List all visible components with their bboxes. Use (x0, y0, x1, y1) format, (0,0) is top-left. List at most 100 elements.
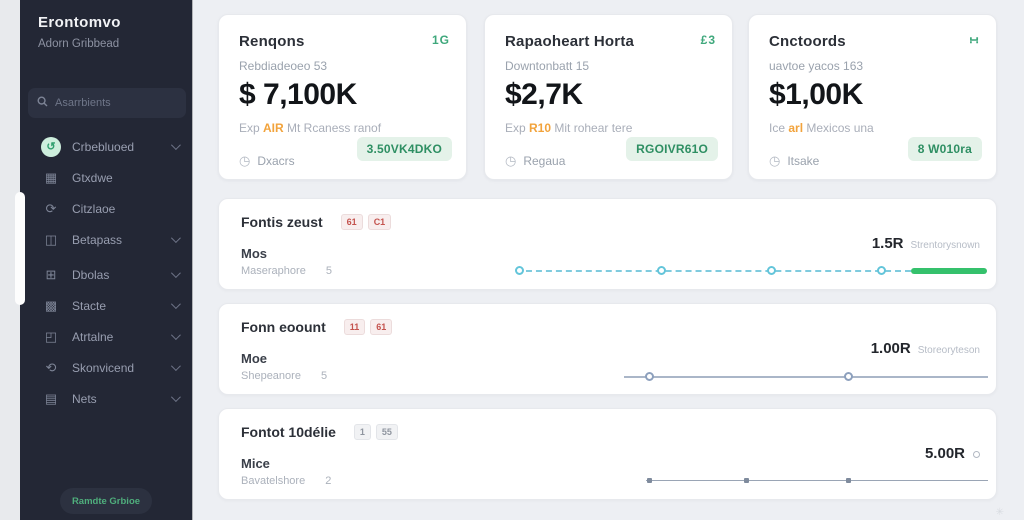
sidebar-item-orders[interactable]: ▦ Gtxdwe (20, 162, 192, 193)
row-value-note: Storeoryteson (917, 345, 980, 356)
card-note: Exp AIR Mt Rcaness ranof (239, 121, 382, 135)
sidebar-item-label: Gtxdwe (72, 170, 113, 185)
sidebar-item-label: Dbolas (72, 267, 110, 282)
slider-handle[interactable] (657, 266, 666, 275)
card-subtitle: Downtonbatt 15 (505, 59, 590, 73)
card-footer-link[interactable]: ◷ Dxacrs (239, 153, 295, 169)
sidebar-item-label: Crbebluoed (72, 139, 135, 154)
status-badge: RGOIVR61O (626, 137, 718, 161)
slider-track[interactable] (516, 270, 911, 272)
slider-handle[interactable] (767, 266, 776, 275)
search-icon (37, 94, 48, 112)
card-footer-link[interactable]: ◷ Regaua (505, 153, 565, 169)
card-value: $ 7,100K (239, 78, 357, 111)
progress-bar (911, 268, 987, 274)
dot-icon (973, 450, 980, 458)
status-badge: 8 W010ra (907, 137, 982, 161)
menu-icon: ▤ (44, 390, 58, 406)
slider-handle[interactable] (844, 372, 853, 381)
row-sublabel: Maseraphore 5 (241, 265, 332, 277)
sidebar-item-products[interactable]: ⊞ Dbolas (20, 259, 192, 290)
brand-subtitle: Adorn Gribbead (38, 38, 120, 50)
sidebar-item-analytics[interactable]: ◰ Atrtalne (20, 321, 192, 352)
card-footer-link[interactable]: ◷ Itsake (769, 153, 819, 169)
sidebar-item-label: Stacte (72, 298, 107, 313)
sidebar-search[interactable] (28, 88, 186, 118)
chevron-down-icon (170, 361, 181, 372)
slider-handle[interactable] (647, 478, 652, 483)
card-value: $1,00K (769, 78, 863, 111)
chevron-down-icon (170, 233, 181, 244)
row-sublabel: Bavatelshore 2 (241, 475, 332, 487)
row-value-note: Strentorysnown (910, 240, 980, 251)
card-title: Rapaoheart Horta (505, 33, 635, 50)
sidebar-item-marketing[interactable]: ⟲ Skonvicend (20, 352, 192, 383)
chevron-down-icon (170, 140, 181, 151)
progress-row-1: Fontis zeust 61 C1 Mos Maseraphore 5 1.5R… (218, 198, 997, 290)
row-label: Mice (241, 456, 270, 471)
sidebar-item-label: Citzlaoe (72, 201, 116, 216)
dashboard-icon: ↺ (41, 136, 61, 157)
brand-title: Erontomvo (38, 14, 121, 31)
chevron-down-icon (170, 392, 181, 403)
slider-track[interactable] (624, 376, 988, 378)
stat-card-revenue: Renqons 1G Rebdiadeoeo 53 $ 7,100K Exp A… (218, 14, 467, 180)
sidebar-footer-button[interactable]: Ramdte Grbioe (60, 488, 152, 514)
card-note: Ice arl Mexicos una (769, 121, 874, 135)
chevron-down-icon (170, 268, 181, 279)
row-sublabel: Shepeanore 5 (241, 370, 328, 382)
card-subtitle: uavtoe yacos 163 (769, 59, 864, 73)
row-label: Moe (241, 351, 267, 366)
tag-chip: C1 (367, 214, 392, 230)
row-title: Fontis zeust 61 C1 (241, 214, 392, 230)
row-value: 1.5R Strentorysnown (871, 235, 980, 252)
frame-icon: ◰ (44, 328, 58, 344)
card-title: Cnctoords (769, 33, 846, 50)
clock-icon: ◷ (505, 153, 517, 168)
orders-icon: ▦ (44, 169, 58, 185)
sidebar-scroll-thumb[interactable] (15, 192, 25, 305)
row-title: Fonn eoount 11 61 (241, 319, 393, 335)
tag-chip: 1 (353, 424, 371, 440)
sidebar-item-label: Atrtalne (72, 329, 114, 344)
stat-corner-icon: £3 (700, 33, 716, 47)
boxes-icon: ▩ (44, 297, 58, 313)
slider-handle[interactable] (515, 266, 524, 275)
slider-handle[interactable] (877, 266, 886, 275)
sync-icon: ⟲ (45, 359, 57, 375)
stat-corner-icon: ∺ (968, 33, 980, 47)
clock-icon: ◷ (769, 153, 781, 168)
refresh-icon: ⟳ (45, 200, 57, 216)
clock-icon: ◷ (239, 153, 251, 168)
sidebar-item-news[interactable]: ▤ Nets (20, 383, 192, 414)
sidebar-item-label: Skonvicend (72, 360, 135, 375)
dashboard-page: Erontomvo Adorn Gribbead ↺ Crbebluoed ▦ … (0, 0, 1024, 520)
slider-track[interactable] (646, 480, 988, 481)
sidebar-item-catalog[interactable]: ⟳ Citzlaoe (20, 193, 192, 224)
slider-handle[interactable] (846, 478, 851, 483)
tag-chip: 55 (375, 424, 398, 440)
sparkle-icon: ✳ (995, 507, 1004, 518)
sidebar-item-label: Nets (72, 391, 97, 406)
row-value: 5.00R (925, 445, 980, 462)
tag-chip: 11 (343, 319, 366, 335)
card-value: $2,7K (505, 78, 583, 111)
slider-handle[interactable] (645, 372, 654, 381)
sidebar: Erontomvo Adorn Gribbead ↺ Crbebluoed ▦ … (15, 0, 192, 520)
sidebar-item-dashboard[interactable]: ↺ Crbebluoed (20, 131, 192, 162)
search-input[interactable] (55, 97, 177, 109)
tag-chip: 61 (340, 214, 363, 230)
catalog-icon: ◫ (44, 231, 58, 247)
stat-card-repayment: Rapaoheart Horta £3 Downtonbatt 15 $2,7K… (484, 14, 733, 180)
slider-handle[interactable] (744, 478, 749, 483)
row-value: 1.00R Storeoryteson (870, 340, 980, 357)
stat-card-customers: Cnctoords ∺ uavtoe yacos 163 $1,00K Ice … (748, 14, 997, 180)
chevron-down-icon (170, 330, 181, 341)
sidebar-nav: ↺ Crbebluoed ▦ Gtxdwe ⟳ Citzlaoe ◫ Betap… (20, 131, 192, 414)
chevron-down-icon (170, 299, 181, 310)
row-title: Fontot 10délie 1 55 (241, 424, 398, 440)
card-title: Renqons (239, 33, 305, 50)
sidebar-item-states[interactable]: ▩ Stacte (20, 290, 192, 321)
grid-icon: ⊞ (45, 266, 57, 282)
sidebar-item-settings[interactable]: ◫ Betapass (20, 224, 192, 255)
